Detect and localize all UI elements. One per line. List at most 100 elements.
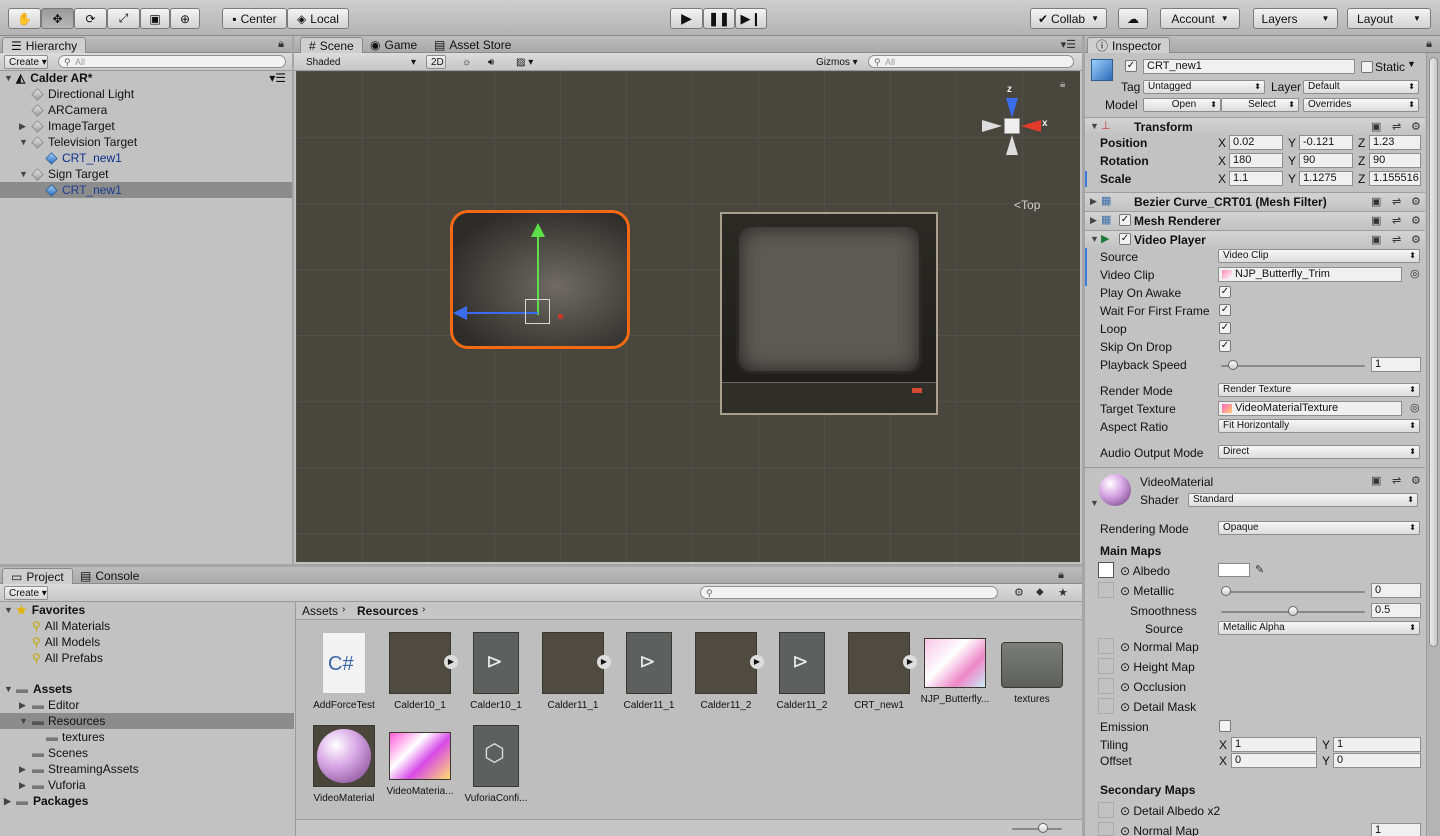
select-button[interactable]: Select — [1221, 98, 1299, 112]
preset-icon[interactable]: ⇌ — [1392, 474, 1401, 487]
hand-tool-icon[interactable]: ✋ — [8, 8, 41, 29]
packages-row[interactable]: ▶ ▬ Packages — [0, 793, 88, 809]
offset-x-field[interactable]: 0 — [1231, 753, 1317, 768]
detail-albedo-slot[interactable] — [1098, 802, 1114, 818]
asset-item[interactable]: ▶ Calder10_1 — [382, 632, 458, 711]
light-toggle-icon[interactable]: ☼ — [458, 55, 476, 69]
gear-icon[interactable]: ⚙ — [1411, 233, 1421, 246]
scene-search-input[interactable]: All — [868, 55, 1074, 68]
asset-item[interactable]: ⊳ Calder11_1 — [611, 632, 687, 711]
folder-item[interactable]: ▶ ▬ Editor — [19, 697, 79, 713]
help-book-icon[interactable]: ▣ — [1371, 195, 1381, 208]
height-map-slot[interactable] — [1098, 658, 1114, 674]
target-texture-field[interactable]: VideoMaterialTexture — [1218, 401, 1402, 416]
position-y-field[interactable]: -0.121 — [1299, 135, 1353, 150]
gear-icon[interactable]: ⚙ — [1411, 474, 1421, 487]
asset-item[interactable]: ▶ Calder11_2 — [688, 632, 764, 711]
help-book-icon[interactable]: ▣ — [1371, 214, 1381, 227]
lock-icon[interactable]: 🔒︎ — [278, 38, 284, 51]
gizmo-neg-z-cone[interactable] — [1006, 135, 1018, 155]
plane-handle[interactable] — [525, 299, 550, 324]
gizmos-dropdown[interactable]: Gizmos ▾ — [812, 55, 860, 69]
rotate-tool-icon[interactable]: ⟳ — [74, 8, 107, 29]
expand-triangle-icon[interactable]: ▶ — [4, 796, 11, 807]
gear-icon[interactable]: ⚙ — [1411, 195, 1421, 208]
account-button[interactable]: Account ▼ — [1160, 8, 1240, 29]
lock-icon[interactable]: 🔒︎ — [1426, 38, 1432, 51]
video-player-enabled-checkbox[interactable]: ✓ — [1119, 233, 1131, 245]
create-dropdown[interactable]: Create ▾ — [4, 55, 48, 69]
slider-knob[interactable] — [1221, 586, 1231, 596]
filter-type-icon[interactable]: ⚙ — [1014, 586, 1024, 599]
cloud-button[interactable]: ☁ — [1118, 8, 1148, 29]
expand-triangle-icon[interactable]: ▼ — [19, 169, 28, 179]
expand-triangle-icon[interactable]: ▼ — [1090, 234, 1099, 244]
shader-dropdown[interactable]: Standard — [1188, 493, 1418, 507]
metallic-texture-slot[interactable] — [1098, 582, 1114, 598]
expand-triangle-icon[interactable]: ▼ — [4, 73, 13, 83]
playback-speed-slider[interactable] — [1221, 360, 1365, 370]
hierarchy-item[interactable]: CRT_new1 — [45, 150, 122, 166]
render-mode-dropdown[interactable]: Render Texture — [1218, 383, 1420, 397]
rotation-x-field[interactable]: 180 — [1229, 153, 1283, 168]
expand-triangle-icon[interactable]: ▶ — [19, 780, 26, 791]
layout-button[interactable]: Layout ▼ — [1347, 8, 1431, 29]
tiling-x-field[interactable]: 1 — [1231, 737, 1317, 752]
asset-item[interactable]: ⬡ VuforiaConfi... — [458, 725, 534, 804]
television-model[interactable] — [720, 212, 938, 415]
collab-button[interactable]: ✔ Collab ▼ — [1030, 8, 1107, 29]
gear-icon[interactable]: ⚙ — [1411, 120, 1421, 133]
expand-triangle-icon[interactable]: ▼ — [19, 716, 28, 726]
normal-map-slot[interactable] — [1098, 638, 1114, 654]
pivot-local-button[interactable]: ◈ Local — [287, 8, 349, 29]
position-x-field[interactable]: 0.02 — [1229, 135, 1283, 150]
asset-item[interactable]: ⊳ Calder11_2 — [764, 632, 840, 711]
folder-item[interactable]: ▬ textures — [46, 729, 105, 745]
video-clip-field[interactable]: NJP_Butterfly_Trim — [1218, 267, 1402, 282]
favorite-item[interactable]: ⚲ All Materials — [32, 618, 110, 634]
mesh-filter-header[interactable]: ▶ ▦ Bezier Curve_CRT01 (Mesh Filter) ▣ ⇌… — [1085, 192, 1425, 210]
y-arrow-icon[interactable] — [531, 223, 545, 237]
mesh-renderer-enabled-checkbox[interactable]: ✓ — [1119, 214, 1131, 226]
hierarchy-search-input[interactable]: All — [58, 55, 286, 68]
expand-triangle-icon[interactable]: ▶ — [19, 700, 26, 711]
tab-scene[interactable]: # Scene — [300, 37, 363, 53]
help-book-icon[interactable]: ▣ — [1371, 120, 1381, 133]
emission-checkbox[interactable] — [1219, 720, 1231, 732]
scale-z-field[interactable]: 1.155516 — [1369, 171, 1421, 186]
object-picker-icon[interactable]: ◎ — [1410, 401, 1420, 414]
help-book-icon[interactable]: ▣ — [1371, 233, 1381, 246]
playback-speed-field[interactable]: 1 — [1371, 357, 1421, 372]
transform-header[interactable]: ▼ ⊥ Transform ▣ ⇌ ⚙ — [1085, 117, 1425, 135]
tab-project[interactable]: ▭ Project — [2, 568, 73, 584]
effects-toggle-icon[interactable]: ▨ ▾ — [512, 55, 544, 69]
occlusion-slot[interactable] — [1098, 678, 1114, 694]
tab-console[interactable]: ▤ Console — [72, 568, 147, 584]
assets-row[interactable]: ▼ ▬ Assets — [0, 681, 72, 697]
preset-icon[interactable]: ⇌ — [1392, 195, 1401, 208]
loop-checkbox[interactable]: ✓ — [1219, 322, 1231, 334]
favorite-star-icon[interactable]: ★ — [1058, 586, 1068, 599]
hierarchy-item[interactable]: ▼ Television Target — [19, 134, 137, 150]
gizmo-z-cone[interactable] — [1006, 98, 1018, 118]
lock-icon[interactable]: 🔒︎ — [1060, 79, 1065, 90]
active-checkbox[interactable]: ✓ — [1125, 60, 1137, 72]
smoothness-field[interactable]: 0.5 — [1371, 603, 1421, 618]
metallic-field[interactable]: 0 — [1371, 583, 1421, 598]
preset-icon[interactable]: ⇌ — [1392, 120, 1401, 133]
hierarchy-item-selected[interactable]: CRT_new1 — [0, 182, 292, 198]
play-button[interactable]: ▶ — [670, 8, 703, 29]
shading-dropdown[interactable]: Shaded ▾ — [302, 55, 418, 69]
chevron-down-icon[interactable]: ▼ — [1407, 59, 1416, 69]
eyedropper-icon[interactable]: ✎ — [1255, 563, 1264, 576]
expand-triangle-icon[interactable]: ▼ — [1090, 498, 1099, 508]
rotation-y-field[interactable]: 90 — [1299, 153, 1353, 168]
view-label[interactable]: <Top — [1014, 198, 1040, 212]
overrides-dropdown[interactable]: Overrides — [1303, 98, 1419, 112]
tag-dropdown[interactable]: Untagged — [1143, 80, 1265, 94]
asset-item[interactable]: ⊳ Calder10_1 — [458, 632, 534, 711]
filter-label-icon[interactable]: ⬥ — [1036, 586, 1044, 599]
scale-tool-icon[interactable]: ⤢ — [107, 8, 140, 29]
albedo-color-swatch[interactable] — [1218, 563, 1250, 577]
thumbnail-size-slider[interactable] — [1012, 823, 1062, 833]
